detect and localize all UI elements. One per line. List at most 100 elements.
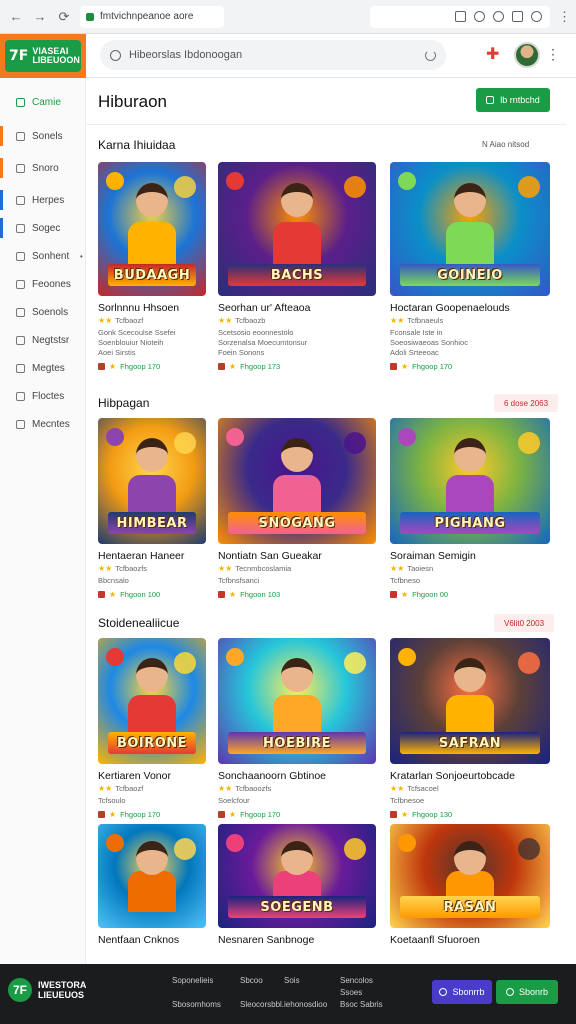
game-thumbnail[interactable] [98, 824, 206, 928]
sidebar-item-gifts[interactable]: Negtstsr [0, 326, 85, 354]
sidebar-item-favorites[interactable]: Herpes [0, 186, 85, 214]
game-title[interactable]: Seorhan ur' Afteaoa [218, 302, 311, 314]
browser-menu-icon[interactable]: ⋮ [558, 9, 571, 25]
game-thumbnail[interactable]: BACHS [218, 162, 376, 296]
game-thumbnail[interactable]: SNOGANG [218, 418, 376, 544]
sidebar-item-label: Soenols [32, 306, 69, 318]
back-icon[interactable]: ← [8, 9, 24, 25]
sidebar-item-settings[interactable]: Mecntes [0, 410, 85, 438]
logo[interactable]: 7F VIASEAI LIBEUOON [0, 33, 86, 78]
sidebar-item-label: Feoones [32, 278, 71, 290]
character-head [281, 840, 313, 875]
sidebar-item-stats[interactable]: Soenols [0, 298, 85, 326]
forward-icon[interactable]: → [32, 9, 48, 25]
game-title[interactable]: Soraiman Semigin [390, 550, 476, 562]
chart-icon [16, 307, 25, 317]
game-players: ★ Fhgoop 170 [98, 810, 160, 819]
app-header: 7F VIASEAI LIBEUOON Hibeorslas Ibdonooga… [0, 33, 576, 78]
decor-orb [174, 652, 196, 674]
game-logo-banner: SOEGENB [228, 896, 366, 918]
refresh-icon[interactable] [425, 49, 436, 61]
footer-link[interactable]: Sbcoo [240, 976, 263, 985]
tab-icon[interactable] [512, 11, 523, 22]
game-title[interactable]: Kratarlan Sonjoeurtobcade [390, 770, 515, 782]
game-title[interactable]: Kertiaren Vonor [98, 770, 171, 782]
decor-orb [344, 176, 366, 198]
footer-link[interactable]: Ssoes [340, 988, 362, 997]
sidebar-item-tags[interactable]: Sogec [0, 214, 85, 242]
more-icon[interactable]: ⋮ [546, 46, 560, 63]
decor-orb [344, 432, 366, 454]
primary-action-button[interactable]: lb rntbchd [476, 88, 550, 112]
game-thumbnail[interactable]: HIMBEAR [98, 418, 206, 544]
game-title[interactable]: Sorlnnnu Hhsoen [98, 302, 179, 314]
footer-link[interactable]: Sleocorsbbl.iehonosdioo [240, 1000, 327, 1009]
game-players: ★ Fhgoop 173 [218, 362, 280, 371]
footer-logo[interactable]: 7F IWESTORA LIEUEUOS [8, 978, 86, 1002]
divider [86, 124, 566, 125]
footer: 7F IWESTORA LIEUEUOS Soponelieis Sbcoo S… [0, 964, 576, 1024]
search-input[interactable]: Hibeorslas Ibdonoogan [129, 49, 417, 61]
game-description: Soelcfour [218, 796, 250, 805]
sidebar-item-games[interactable]: Sonels [0, 122, 85, 150]
sidebar-item-home[interactable]: Camie [0, 88, 85, 116]
sidebar-item-list[interactable]: Sonhent • [0, 242, 85, 270]
extension-icon[interactable]: ✚ [486, 47, 504, 63]
address-bar[interactable]: fmtvichnpeanoe aore [80, 5, 224, 28]
heart-icon [16, 195, 25, 205]
game-title[interactable]: Koetaanfl Sfuoroen [390, 934, 480, 946]
sidebar-item-phone[interactable]: Feoones [0, 270, 85, 298]
game-thumbnail[interactable]: SAFRAN [390, 638, 550, 764]
search-bar[interactable]: Hibeorslas Ibdonoogan [100, 40, 446, 70]
profile-icon[interactable] [531, 11, 542, 22]
star-icon: ★ [401, 362, 409, 371]
history-icon[interactable] [493, 11, 504, 22]
character-head [136, 658, 168, 693]
star-icon: ★ [401, 590, 409, 599]
player-icon [98, 811, 105, 818]
game-thumbnail[interactable]: GOINEIO [390, 162, 550, 296]
screenshot-icon[interactable] [455, 11, 466, 22]
footer-secondary-button[interactable]: Sbonrb [496, 980, 558, 1004]
sidebar-item-store[interactable]: Snoro [0, 154, 85, 182]
footer-link[interactable]: Sois [284, 976, 300, 985]
footer-primary-button[interactable]: Sbonrrb [432, 980, 492, 1004]
decor-orb [106, 172, 124, 190]
star-icon: ★★ [218, 564, 233, 573]
game-title[interactable]: Nontiatn San Gueakar [218, 550, 322, 562]
game-thumbnail[interactable]: PIGHANG [390, 418, 550, 544]
character-head [136, 183, 168, 218]
game-title[interactable]: Hentaeran Haneer [98, 550, 184, 562]
footer-link[interactable]: Sbosomhoms [172, 1000, 221, 1009]
character-head [281, 438, 313, 473]
star-icon: ★★ [218, 784, 233, 793]
game-title[interactable]: Nesnaren Sanbnoge [218, 934, 314, 946]
avatar[interactable] [514, 42, 540, 68]
footer-link[interactable]: Sencolos [340, 976, 373, 985]
section-badge[interactable]: 6 dose 2063 [494, 394, 559, 412]
decor-orb [398, 428, 416, 446]
sidebar-item-history[interactable]: Floctes [0, 382, 85, 410]
browser-extensions [370, 5, 550, 28]
game-title[interactable]: Nentfaan Cnknos [98, 934, 179, 946]
footer-link[interactable]: Bsoc Sabris [340, 1000, 383, 1009]
player-icon [218, 811, 225, 818]
sidebar-item-label: Herpes [32, 194, 65, 206]
game-logo-banner: GOINEIO [400, 264, 540, 286]
game-title[interactable]: Sonchaanoorn Gbtinoe [218, 770, 326, 782]
game-players: ★ Fhgoop 170 [218, 810, 280, 819]
game-thumbnail[interactable]: BUDAAGH [98, 162, 206, 296]
footer-link[interactable]: Soponelieis [172, 976, 213, 985]
sidebar-item-label: Negtstsr [32, 334, 70, 346]
section-badge[interactable]: V6lit0 2003 [494, 614, 555, 632]
game-thumbnail[interactable]: SOEGENB [218, 824, 376, 928]
game-thumbnail[interactable]: HOEBIRE [218, 638, 376, 764]
game-thumbnail[interactable]: BOIRONE [98, 638, 206, 764]
game-thumbnail[interactable]: RASAN [390, 824, 550, 928]
account-icon[interactable] [474, 11, 485, 22]
sidebar-item-label: Megtes [32, 362, 65, 374]
game-title[interactable]: Hoctaran Goopenaelouds [390, 302, 510, 314]
sidebar-item-messages[interactable]: Megtes [0, 354, 85, 382]
reload-icon[interactable]: ⟳ [56, 9, 72, 25]
section-see-all-link[interactable]: N Aiao nitsod [482, 140, 529, 149]
